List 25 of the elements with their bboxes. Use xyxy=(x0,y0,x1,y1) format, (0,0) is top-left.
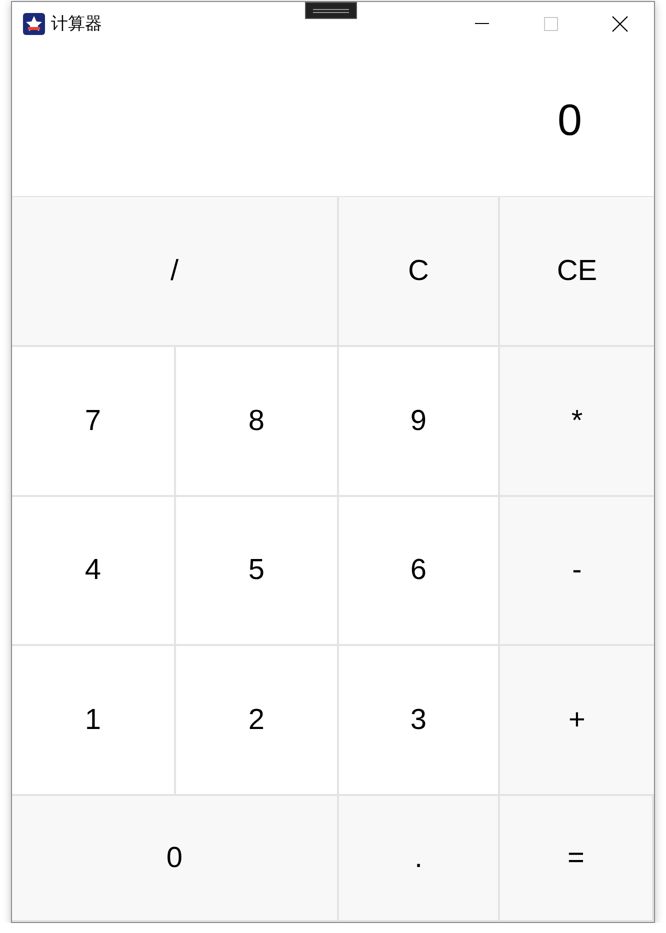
calculator-key[interactable]: * xyxy=(500,347,654,497)
calculator-key[interactable]: 3 xyxy=(339,646,500,796)
display-value: 0 xyxy=(558,96,582,146)
close-icon xyxy=(612,16,628,32)
calculator-key[interactable]: = xyxy=(500,796,654,922)
drag-handle[interactable] xyxy=(305,2,357,19)
maximize-icon xyxy=(544,16,558,30)
calculator-key[interactable]: 8 xyxy=(176,347,339,497)
calculator-key[interactable]: 7 xyxy=(12,347,176,497)
calculator-key[interactable]: / xyxy=(12,197,339,347)
calculator-key[interactable]: 0 xyxy=(12,796,339,922)
calculator-key[interactable]: CE xyxy=(500,197,654,347)
calculator-key[interactable]: + xyxy=(500,646,654,796)
calculator-key[interactable]: . xyxy=(339,796,500,922)
calculator-key[interactable]: 4 xyxy=(12,497,176,646)
calculator-key[interactable]: - xyxy=(500,497,654,646)
app-icon xyxy=(23,12,45,34)
minimize-icon xyxy=(474,23,488,24)
calculator-key[interactable]: 9 xyxy=(339,347,500,497)
calculator-key[interactable]: 5 xyxy=(176,497,339,646)
calculator-key[interactable]: 6 xyxy=(339,497,500,646)
calculator-key[interactable]: 1 xyxy=(12,646,176,796)
calculator-key[interactable]: 2 xyxy=(176,646,339,796)
calculator-key[interactable]: C xyxy=(339,197,500,347)
window-title: 计算器 xyxy=(51,13,102,35)
